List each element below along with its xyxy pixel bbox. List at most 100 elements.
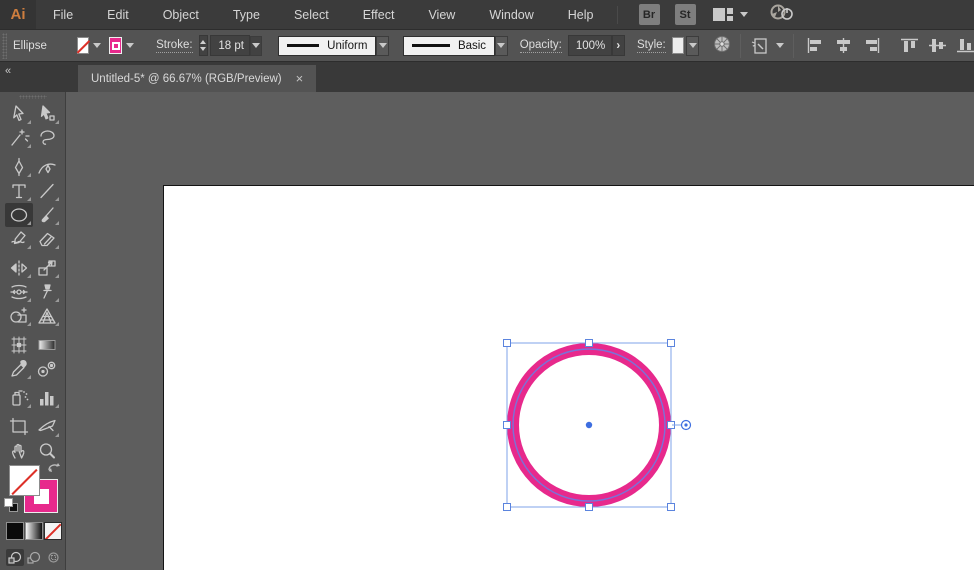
- align-horizontal-left-icon[interactable]: [807, 38, 824, 53]
- gradient-button[interactable]: [25, 522, 43, 540]
- handle-bottom-center[interactable]: [585, 503, 593, 511]
- opacity-panel-arrow[interactable]: ›: [611, 35, 625, 56]
- ellipse-tool[interactable]: [4, 203, 33, 227]
- direct-selection-tool[interactable]: [33, 102, 61, 126]
- stroke-label[interactable]: Stroke:: [156, 39, 193, 53]
- column-graph-tool[interactable]: [33, 386, 61, 410]
- slice-tool[interactable]: [33, 415, 61, 439]
- menu-select[interactable]: Select: [277, 0, 346, 29]
- hand-tool[interactable]: [5, 439, 33, 463]
- bridge-button[interactable]: Br: [638, 4, 660, 25]
- handle-bottom-right[interactable]: [667, 503, 675, 511]
- shaper-tool[interactable]: [5, 227, 33, 251]
- chevron-down-icon: [497, 43, 506, 48]
- draw-normal-button[interactable]: [6, 549, 24, 566]
- canvas-area[interactable]: [66, 92, 974, 570]
- brush-definition-chevron[interactable]: [495, 35, 508, 56]
- gradient-tool[interactable]: [33, 333, 61, 357]
- align-vertical-center-icon[interactable]: [928, 38, 946, 53]
- symbol-sprayer-tool[interactable]: [5, 386, 33, 410]
- none-button[interactable]: [44, 522, 62, 540]
- fill-color-swatch[interactable]: [76, 37, 90, 54]
- stroke-weight-dropdown[interactable]: [249, 35, 263, 56]
- opacity-field[interactable]: 100%: [567, 35, 612, 56]
- stroke-weight-field[interactable]: 18 pt: [210, 35, 250, 56]
- menu-view[interactable]: View: [411, 0, 472, 29]
- selection-tool[interactable]: [5, 102, 33, 126]
- width-profile-dropdown[interactable]: Uniform: [278, 35, 377, 56]
- rotate-reflect-tool[interactable]: [5, 256, 33, 280]
- stroke-color-swatch[interactable]: [109, 37, 123, 54]
- controlbar-grip[interactable]: [2, 32, 7, 59]
- eyedropper-tool[interactable]: [5, 357, 33, 381]
- handle-top-left[interactable]: [503, 339, 511, 347]
- document-tab[interactable]: Untitled-5* @ 66.67% (RGB/Preview) ×: [78, 65, 317, 92]
- recolor-artwork-button[interactable]: [713, 35, 731, 56]
- default-fill-stroke-button[interactable]: [4, 498, 20, 514]
- chevron-down-icon[interactable]: [126, 43, 135, 48]
- style-swatch[interactable]: [671, 37, 685, 54]
- menubar-separator: [616, 5, 618, 24]
- color-button[interactable]: [6, 522, 24, 540]
- select-similar-button[interactable]: [750, 36, 784, 56]
- selected-shape[interactable]: [66, 92, 974, 570]
- close-icon[interactable]: ×: [296, 72, 304, 85]
- type-tool[interactable]: [5, 179, 33, 203]
- align-horizontal-right-icon[interactable]: [863, 38, 880, 53]
- align-vertical-bottom-icon[interactable]: [956, 38, 974, 53]
- collapse-panels-button[interactable]: «: [5, 65, 11, 77]
- chevron-down-icon[interactable]: [93, 43, 102, 48]
- document-tab-title: Untitled-5* @ 66.67% (RGB/Preview): [91, 72, 282, 85]
- menu-help[interactable]: Help: [551, 0, 611, 29]
- magic-wand-tool[interactable]: [5, 126, 33, 150]
- zoom-tool[interactable]: [33, 439, 61, 463]
- brush-definition-dropdown[interactable]: Basic: [403, 35, 496, 56]
- align-horizontal-center-icon[interactable]: [835, 38, 852, 53]
- stroke-weight-stepper[interactable]: [198, 35, 209, 56]
- stock-button[interactable]: St: [674, 4, 696, 25]
- pen-tool[interactable]: [5, 155, 33, 179]
- align-vertical-top-icon[interactable]: [900, 38, 918, 53]
- menu-object[interactable]: Object: [146, 0, 216, 29]
- flyout-indicator: [54, 298, 59, 302]
- handle-top-center[interactable]: [585, 339, 593, 347]
- width-profile-chevron[interactable]: [376, 35, 390, 56]
- width-tool[interactable]: [5, 280, 33, 304]
- menu-edit[interactable]: Edit: [90, 0, 146, 29]
- draw-behind-button[interactable]: [25, 549, 43, 566]
- lasso-tool[interactable]: [33, 126, 61, 150]
- perspective-grid-tool[interactable]: [33, 304, 61, 328]
- blend-tool[interactable]: [33, 357, 61, 381]
- lasso-icon: [39, 130, 55, 145]
- opacity-label[interactable]: Opacity:: [519, 39, 562, 53]
- toolbar-grip[interactable]: [18, 95, 47, 99]
- curvature-tool[interactable]: [33, 155, 61, 179]
- center-anchor[interactable]: [585, 421, 593, 429]
- eraser-tool[interactable]: [33, 227, 61, 251]
- line-segment-tool[interactable]: [33, 179, 61, 203]
- handle-bottom-left[interactable]: [503, 503, 511, 511]
- artboard-tool[interactable]: [5, 415, 33, 439]
- gpu-performance-button[interactable]: [768, 2, 794, 27]
- handle-middle-left[interactable]: [503, 421, 511, 429]
- menu-file[interactable]: File: [36, 0, 90, 29]
- draw-inside-button[interactable]: [44, 549, 62, 566]
- flyout-indicator: [26, 173, 31, 177]
- menu-window[interactable]: Window: [472, 0, 550, 29]
- workspace-switcher[interactable]: [712, 7, 748, 22]
- flyout-indicator: [54, 221, 59, 225]
- style-label[interactable]: Style:: [636, 39, 666, 53]
- menu-effect[interactable]: Effect: [346, 0, 412, 29]
- gradient-icon: [38, 340, 55, 350]
- puppet-warp-tool[interactable]: [33, 280, 61, 304]
- mesh-tool[interactable]: [5, 333, 33, 357]
- paintbrush-tool[interactable]: [33, 203, 61, 227]
- handle-top-right[interactable]: [667, 339, 675, 347]
- fill-proxy-swatch[interactable]: [9, 465, 40, 496]
- scale-tool[interactable]: [33, 256, 61, 280]
- swap-fill-stroke-button[interactable]: [46, 461, 61, 479]
- none-fill-icon: [76, 39, 90, 54]
- style-chevron[interactable]: [686, 35, 699, 56]
- shape-builder-tool[interactable]: [5, 304, 33, 328]
- menu-type[interactable]: Type: [216, 0, 277, 29]
